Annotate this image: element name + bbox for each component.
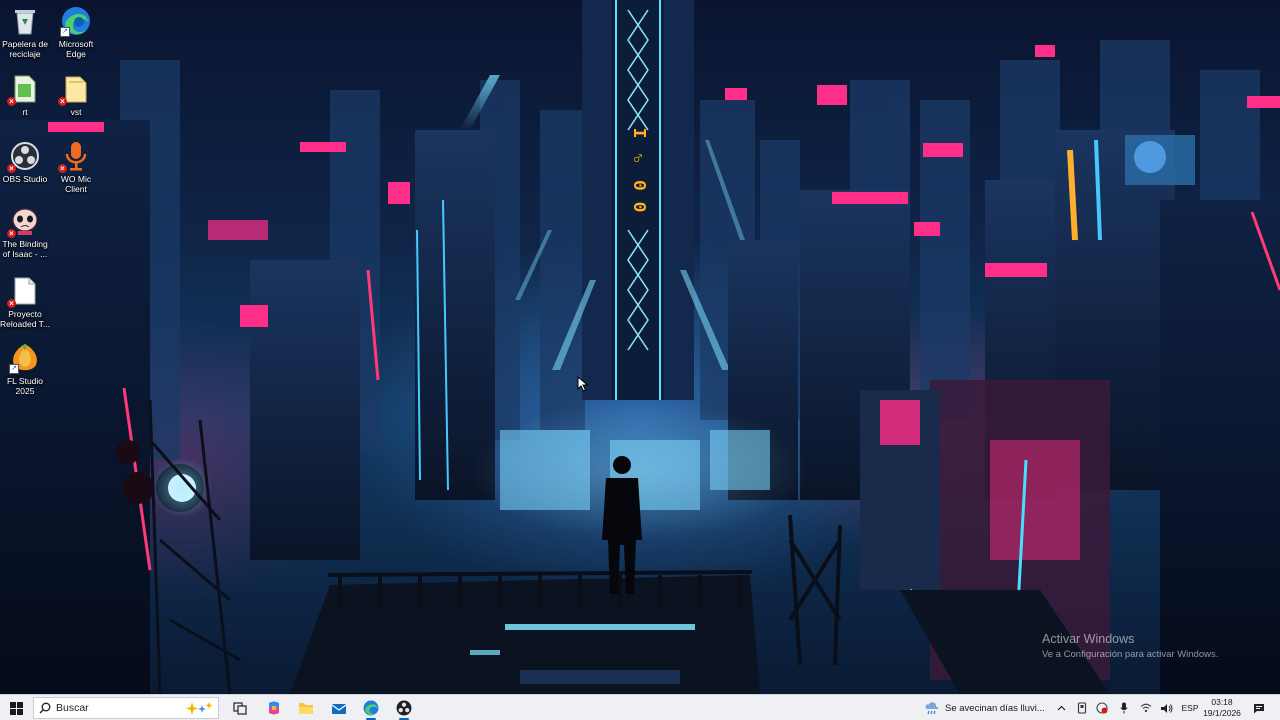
security-warning-icon [1096, 702, 1108, 714]
rain-cloud-icon [925, 702, 939, 715]
desktop-icon-recycle-bin[interactable]: Papelera de reciclaje [0, 6, 50, 59]
show-hidden-icons-button[interactable] [1053, 695, 1069, 720]
error-badge-icon: × [58, 97, 67, 106]
search-icon [34, 702, 56, 714]
desktop-icon-fl-studio[interactable]: ↗ FL Studio 2025 [0, 343, 50, 396]
fl-studio-icon: ↗ [9, 343, 40, 374]
error-badge-icon: × [7, 299, 16, 308]
tower-neon-sign: I ♂ 0 0 [628, 128, 648, 213]
error-badge-icon: × [58, 164, 67, 173]
desktop-icon-label: The Binding of Isaac - ... [2, 239, 48, 259]
tray-network[interactable] [1139, 695, 1153, 720]
desktop-icon-obs-studio[interactable]: × OBS Studio [0, 141, 50, 184]
start-button[interactable] [0, 695, 32, 720]
watermark-subtitle: Ve a Configuración para activar Windows. [1042, 649, 1219, 660]
recycle-bin-icon [10, 6, 40, 36]
shortcut-arrow-icon: ↗ [60, 27, 70, 37]
tray-microphone[interactable] [1117, 695, 1131, 720]
language-label: ESP [1181, 703, 1199, 713]
tray-app-2[interactable] [1095, 695, 1109, 720]
copilot-taskbar-button[interactable] [258, 695, 290, 720]
taskbar: Buscar Se avecinan días lluvi... ESP 03:… [0, 694, 1280, 720]
taskbar-search-box[interactable]: Buscar [33, 697, 219, 719]
file-explorer-taskbar-button[interactable] [290, 695, 322, 720]
weather-widget[interactable]: Se avecinan días lluvi... [924, 695, 1045, 720]
error-badge-icon: × [7, 229, 16, 238]
desktop-icon-binding-of-isaac[interactable]: × The Binding of Isaac - ... [0, 206, 50, 259]
desktop-icon-label: Papelera de reciclaje [2, 39, 48, 59]
speaker-icon [1160, 703, 1172, 713]
windows-logo-icon [9, 701, 23, 715]
clock-date: 19/1/2026 [1203, 708, 1241, 718]
edge-taskbar-button[interactable] [355, 695, 387, 720]
file-explorer-icon [299, 703, 313, 714]
desktop-icon-label: WO Mic Client [60, 174, 92, 194]
edge-icon [363, 700, 379, 716]
desktop-icon-label: OBS Studio [2, 174, 48, 184]
desktop-icon-label: vst [70, 107, 82, 117]
shortcut-arrow-icon: ↗ [9, 364, 19, 374]
desktop-icon-label: Proyecto Reloaded T... [0, 309, 50, 329]
clock-time: 03:18 [1211, 697, 1233, 707]
device-icon [1077, 702, 1087, 714]
tray-app-1[interactable] [1075, 695, 1089, 720]
mail-taskbar-button[interactable] [323, 695, 355, 720]
desktop-wallpaper: I ♂ 0 0 [0, 0, 1280, 694]
edge-icon: ↗ [60, 6, 91, 37]
desktop-icon-label: rt [22, 107, 28, 117]
obs-taskbar-button[interactable] [388, 695, 420, 720]
notification-icon [1254, 703, 1264, 713]
mouse-cursor-icon [577, 376, 589, 392]
weather-text: Se avecinan días lluvi... [945, 702, 1045, 714]
file-icon: × [7, 74, 40, 106]
desktop-icon-proyecto-reloaded[interactable]: × Proyecto Reloaded T... [0, 276, 50, 329]
search-highlight-icon [186, 702, 213, 715]
copilot-icon [269, 701, 279, 715]
activate-windows-watermark: Activar Windows Ve a Configuración para … [1042, 632, 1218, 660]
obs-icon [396, 700, 412, 716]
task-view-button[interactable] [224, 695, 256, 720]
desktop-icon-label: FL Studio 2025 [6, 376, 44, 396]
search-placeholder: Buscar [56, 702, 89, 714]
document-icon: × [7, 276, 40, 308]
error-badge-icon: × [7, 97, 16, 106]
task-view-icon [233, 702, 247, 715]
cyberpunk-city-illustration: I ♂ 0 0 [0, 0, 1280, 694]
tray-volume[interactable] [1158, 695, 1174, 720]
isaac-game-icon: × [7, 206, 40, 238]
notifications-button[interactable] [1250, 695, 1268, 720]
desktop-icon-label: Microsoft Edge [58, 39, 94, 59]
chevron-up-icon [1057, 705, 1065, 711]
folder-icon: × [58, 74, 91, 106]
desktop-icon-vst[interactable]: × vst [51, 74, 101, 117]
obs-icon: × [7, 141, 40, 173]
desktop-icon-wo-mic[interactable]: × WO Mic Client [51, 141, 101, 194]
error-badge-icon: × [7, 164, 16, 173]
taskbar-clock[interactable]: 03:18 19/1/2026 [1200, 697, 1244, 719]
microphone-icon [1120, 702, 1128, 714]
microphone-icon: × [58, 141, 91, 173]
watermark-title: Activar Windows [1042, 632, 1135, 646]
mail-icon [331, 704, 347, 714]
desktop-icon-edge[interactable]: ↗ Microsoft Edge [51, 6, 101, 59]
wifi-icon [1140, 703, 1152, 713]
language-indicator[interactable]: ESP [1180, 695, 1200, 720]
desktop-icon-rt[interactable]: × rt [0, 74, 50, 117]
